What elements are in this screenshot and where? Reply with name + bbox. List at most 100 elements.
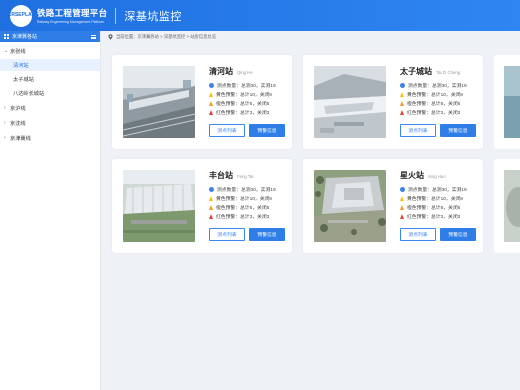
alert-info-button[interactable]: 预警信息 [440, 124, 476, 137]
stat-text: 红色预警：总计3，关闭3 [407, 111, 461, 116]
station-stats: 测点数量：总测30，实测19 黄色预警：总计10，关闭8 橙色预警：总计6，关闭… [209, 185, 276, 221]
points-list-button[interactable]: 测点列表 [209, 228, 245, 241]
station-title-row: 星火站 Xing Huo [400, 170, 446, 181]
station-name: 丰台站 [209, 171, 233, 180]
station-name: 星火站 [400, 171, 424, 180]
station-pinyin: Tai Zi Cheng [436, 70, 461, 75]
stat-points: 测点数量：总测30，实测19 [209, 81, 276, 90]
stat-text: 测点数量：总测30，实测19 [217, 188, 276, 193]
station-photo [123, 170, 195, 242]
sidebar-line-jingzhang[interactable]: ⌄ 京张线 [0, 45, 100, 57]
station-card-partial [494, 55, 520, 149]
menu-toggle-icon[interactable] [91, 34, 96, 39]
sidebar-title: 京津冀各站 [12, 34, 38, 40]
sidebar-line-jingshen[interactable]: › 京沈线 [0, 117, 100, 129]
stat-orange-alert: 橙色预警：总计6，关闭5 [400, 203, 467, 212]
breadcrumb-text: 当前位置：京津冀各站 > 深基坑监控 > 站房信息总览 [116, 33, 217, 39]
warning-red-icon [209, 110, 213, 115]
stat-orange-alert: 橙色预警：总计6，关闭5 [209, 99, 276, 108]
card-actions: 测点列表 预警信息 [209, 228, 285, 241]
line-label: 京张线 [10, 48, 26, 55]
brand-block: 铁路工程管理平台 Railway Engineering Management … [37, 7, 107, 24]
module-title: 深基坑监控 [124, 10, 182, 23]
warning-yellow-icon [400, 196, 404, 201]
sidebar-line-jingjinji[interactable]: › 京津冀线 [0, 132, 100, 144]
line-label: 京沈线 [10, 120, 26, 127]
stat-text: 橙色预警：总计6，关闭5 [216, 206, 270, 211]
stat-yellow-alert: 黄色预警：总计10，关闭8 [400, 90, 467, 99]
card-actions: 测点列表 预警信息 [400, 228, 476, 241]
warning-orange-icon [209, 205, 213, 210]
alert-info-button[interactable]: 预警信息 [249, 228, 285, 241]
station-label: 八达岭长城站 [13, 90, 45, 97]
alert-info-button[interactable]: 预警信息 [249, 124, 285, 137]
stat-text: 红色预警：总计3，关闭3 [216, 215, 270, 220]
sidebar-header: 京津冀各站 [0, 31, 100, 42]
station-title-row: 清河站 Qing He [209, 66, 253, 77]
station-stats: 测点数量：总测30，实测19 黄色预警：总计10，关闭8 橙色预警：总计6，关闭… [209, 81, 276, 117]
stat-red-alert: 红色预警：总计3，关闭3 [400, 108, 467, 117]
points-list-button[interactable]: 测点列表 [400, 124, 436, 137]
warning-yellow-icon [400, 92, 404, 97]
stat-points: 测点数量：总测30，实测19 [400, 81, 467, 90]
grid-icon [4, 34, 9, 39]
stat-red-alert: 红色预警：总计3，关闭3 [400, 212, 467, 221]
info-dot-icon [400, 83, 405, 88]
station-stats: 测点数量：总测30，实测19 黄色预警：总计10，关闭8 橙色预警：总计6，关闭… [400, 81, 467, 117]
stat-orange-alert: 橙色预警：总计6，关闭5 [400, 99, 467, 108]
stat-text: 黄色预警：总计10，关闭8 [216, 197, 272, 202]
stat-points: 测点数量：总测30，实测19 [209, 185, 276, 194]
brand-title: 铁路工程管理平台 [37, 8, 108, 18]
warning-orange-icon [400, 101, 404, 106]
top-header: CRSEPLAT 铁路工程管理平台 Railway Engineering Ma… [0, 0, 520, 31]
station-stats: 测点数量：总测30，实测19 黄色预警：总计10，关闭8 橙色预警：总计6，关闭… [400, 185, 467, 221]
stat-yellow-alert: 黄色预警：总计10，关闭8 [209, 194, 276, 203]
platform-logo: CRSEPLAT [8, 4, 34, 27]
stat-text: 红色预警：总计3，关闭3 [216, 111, 270, 116]
stat-text: 黄色预警：总计10，关闭8 [407, 93, 463, 98]
stat-text: 橙色预警：总计6，关闭5 [216, 102, 270, 107]
station-photo-partial [504, 66, 520, 138]
brand-subtitle: Railway Engineering Management Platform [37, 20, 105, 24]
stat-text: 测点数量：总测30，实测19 [408, 188, 467, 193]
sidebar-line-jinghu[interactable]: › 京沪线 [0, 102, 100, 114]
stat-points: 测点数量：总测30，实测19 [400, 185, 467, 194]
alert-info-button[interactable]: 预警信息 [440, 228, 476, 241]
station-photo [123, 66, 195, 138]
stat-yellow-alert: 黄色预警：总计10，关闭8 [209, 90, 276, 99]
stat-text: 黄色预警：总计10，关闭8 [216, 93, 272, 98]
stat-red-alert: 红色预警：总计3，关闭3 [209, 212, 276, 221]
sidebar-station-taizicheng[interactable]: 太子城站 [0, 73, 100, 85]
points-list-button[interactable]: 测点列表 [400, 228, 436, 241]
stat-text: 黄色预警：总计10，关闭8 [407, 197, 463, 202]
station-photo-partial [504, 170, 520, 242]
stat-text: 红色预警：总计3，关闭3 [407, 215, 461, 220]
sidebar: 京津冀各站 ⌄ 京张线 清河站 太子城站 八达岭长城站 › 京沪线 › 京沈线 … [0, 31, 101, 390]
station-pinyin: Qing He [237, 70, 253, 75]
warning-red-icon [400, 214, 404, 219]
info-dot-icon [209, 187, 214, 192]
station-name: 太子城站 [400, 67, 432, 76]
station-label: 清河站 [13, 62, 29, 69]
station-card-qinghe: 清河站 Qing He 测点数量：总测30，实测19 黄色预警：总计10，关闭8… [112, 55, 292, 149]
sidebar-station-badaling[interactable]: 八达岭长城站 [0, 87, 100, 99]
location-pin-icon [108, 33, 113, 40]
sidebar-station-qinghe[interactable]: 清河站 [0, 59, 100, 71]
info-dot-icon [209, 83, 214, 88]
stat-text: 测点数量：总测30，实测19 [408, 84, 467, 89]
stat-orange-alert: 橙色预警：总计6，关闭5 [209, 203, 276, 212]
station-card-xinghuo: 星火站 Xing Huo 测点数量：总测30，实测19 黄色预警：总计10，关闭… [303, 159, 483, 253]
stat-text: 橙色预警：总计6，关闭5 [407, 102, 461, 107]
station-card-partial [494, 159, 520, 253]
station-pinyin: Xing Huo [428, 174, 446, 179]
warning-red-icon [400, 110, 404, 115]
points-list-button[interactable]: 测点列表 [209, 124, 245, 137]
station-photo [314, 170, 386, 242]
station-card-taizicheng: 太子城站 Tai Zi Cheng 测点数量：总测30，实测19 黄色预警：总计… [303, 55, 483, 149]
station-title-row: 丰台站 Feng Tai [209, 170, 253, 181]
station-photo [314, 66, 386, 138]
line-label: 京津冀线 [10, 135, 31, 142]
stat-yellow-alert: 黄色预警：总计10，关闭8 [400, 194, 467, 203]
warning-red-icon [209, 214, 213, 219]
stat-text: 测点数量：总测30，实测19 [217, 84, 276, 89]
